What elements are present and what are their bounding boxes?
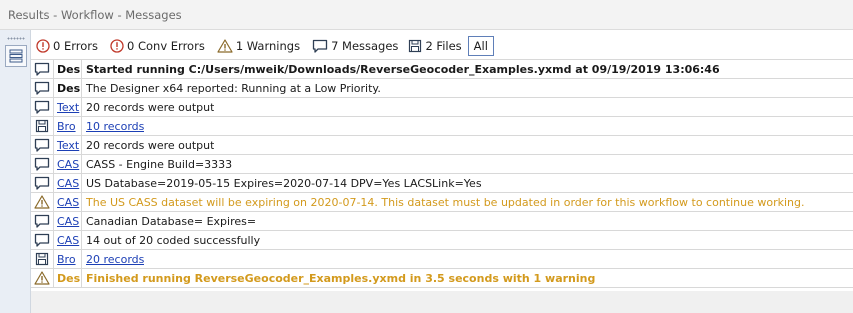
warnings-label: 1 Warnings (235, 39, 301, 53)
filter-messages-button[interactable]: 7 Messages (312, 37, 398, 55)
left-side-panel (0, 30, 31, 313)
message-row[interactable]: Text 20 records were output (31, 136, 853, 155)
warning-icon (217, 39, 233, 53)
filter-files-button[interactable]: 2 Files (408, 37, 462, 55)
conv-error-icon (110, 39, 124, 53)
file-icon (31, 250, 53, 268)
message-text: The US CASS dataset will be expiring on … (86, 195, 805, 209)
message-text: Finished running ReverseGeocoder_Example… (86, 271, 596, 285)
warning-icon (31, 269, 53, 287)
file-icon (409, 39, 422, 53)
tool-link[interactable]: CAS (53, 174, 82, 192)
file-icon (31, 117, 53, 135)
records-link[interactable]: 10 records (82, 120, 144, 133)
message-row[interactable]: Des Started running C:/Users/mweik/Downlo… (31, 60, 853, 79)
filter-all-button[interactable]: All (467, 36, 494, 56)
error-icon (36, 39, 50, 53)
message-text: 20 records were output (86, 138, 215, 152)
messages-list: Des Started running C:/Users/mweik/Downlo… (31, 59, 853, 288)
message-text: 14 out of 20 coded successfully (86, 233, 261, 247)
message-text: 20 records were output (86, 100, 215, 114)
message-row[interactable]: Des Finished running ReverseGeocoder_Exam… (31, 269, 853, 288)
message-icon (31, 136, 53, 154)
message-text: Canadian Database= Expires= (86, 214, 257, 228)
message-icon (31, 155, 53, 173)
empty-list-area (31, 291, 853, 313)
tool-link[interactable]: CAS (53, 155, 82, 173)
message-text: The Designer x64 reported: Running at a … (86, 81, 381, 95)
message-row[interactable]: Bro 20 records (31, 250, 853, 269)
message-icon (312, 39, 328, 53)
tool-link[interactable]: Text (53, 136, 82, 154)
message-row[interactable]: Text 20 records were output (31, 98, 853, 117)
window-title: Results - Workflow - Messages (8, 8, 182, 22)
message-row[interactable]: Des The Designer x64 reported: Running at… (31, 79, 853, 98)
message-text: CASS - Engine Build=3333 (86, 157, 233, 171)
message-text: Started running C:/Users/mweik/Downloads… (86, 62, 720, 76)
records-link[interactable]: 20 records (82, 253, 144, 266)
tool-link[interactable]: Text (53, 98, 82, 116)
tool-link[interactable]: CAS (53, 212, 82, 230)
message-icon (31, 60, 53, 78)
message-icon (31, 231, 53, 249)
list-layout-icon (9, 49, 23, 63)
all-label: All (473, 39, 488, 53)
filter-conv-errors-button[interactable]: 0 Conv Errors (110, 37, 205, 55)
message-row[interactable]: CAS US Database=2019-05-15 Expires=2020-0… (31, 174, 853, 193)
drag-grip-icon[interactable] (7, 37, 25, 40)
messages-filter-toolbar: 0 Errors 0 Conv Errors 1 Warnings 7 Mess… (31, 36, 853, 56)
message-row[interactable]: CAS CASS - Engine Build=3333 (31, 155, 853, 174)
message-icon (31, 79, 53, 97)
message-row[interactable]: Bro 10 records (31, 117, 853, 136)
files-label: 2 Files (425, 39, 462, 53)
results-titlebar: Results - Workflow - Messages (0, 0, 853, 30)
conv-errors-label: 0 Conv Errors (127, 39, 205, 53)
message-row[interactable]: CAS 14 out of 20 coded successfully (31, 231, 853, 250)
message-text: US Database=2019-05-15 Expires=2020-07-1… (86, 176, 482, 190)
tool-link[interactable]: CAS (53, 231, 82, 249)
message-row[interactable]: CAS The US CASS dataset will be expiring … (31, 193, 853, 212)
message-row[interactable]: CAS Canadian Database= Expires= (31, 212, 853, 231)
warning-icon (31, 193, 53, 211)
messages-label: 7 Messages (331, 39, 399, 53)
message-icon (31, 98, 53, 116)
message-icon (31, 212, 53, 230)
tool-name: Des (53, 269, 82, 287)
errors-label: 0 Errors (53, 39, 98, 53)
tool-name: Des (53, 60, 82, 78)
layout-toggle-button[interactable] (5, 45, 27, 67)
tool-link[interactable]: Bro (53, 250, 82, 268)
filter-warnings-button[interactable]: 1 Warnings (217, 37, 300, 55)
tool-link[interactable]: Bro (53, 117, 82, 135)
tool-link[interactable]: CAS (53, 193, 82, 211)
tool-name: Des (53, 79, 82, 97)
filter-errors-button[interactable]: 0 Errors (36, 37, 98, 55)
message-icon (31, 174, 53, 192)
